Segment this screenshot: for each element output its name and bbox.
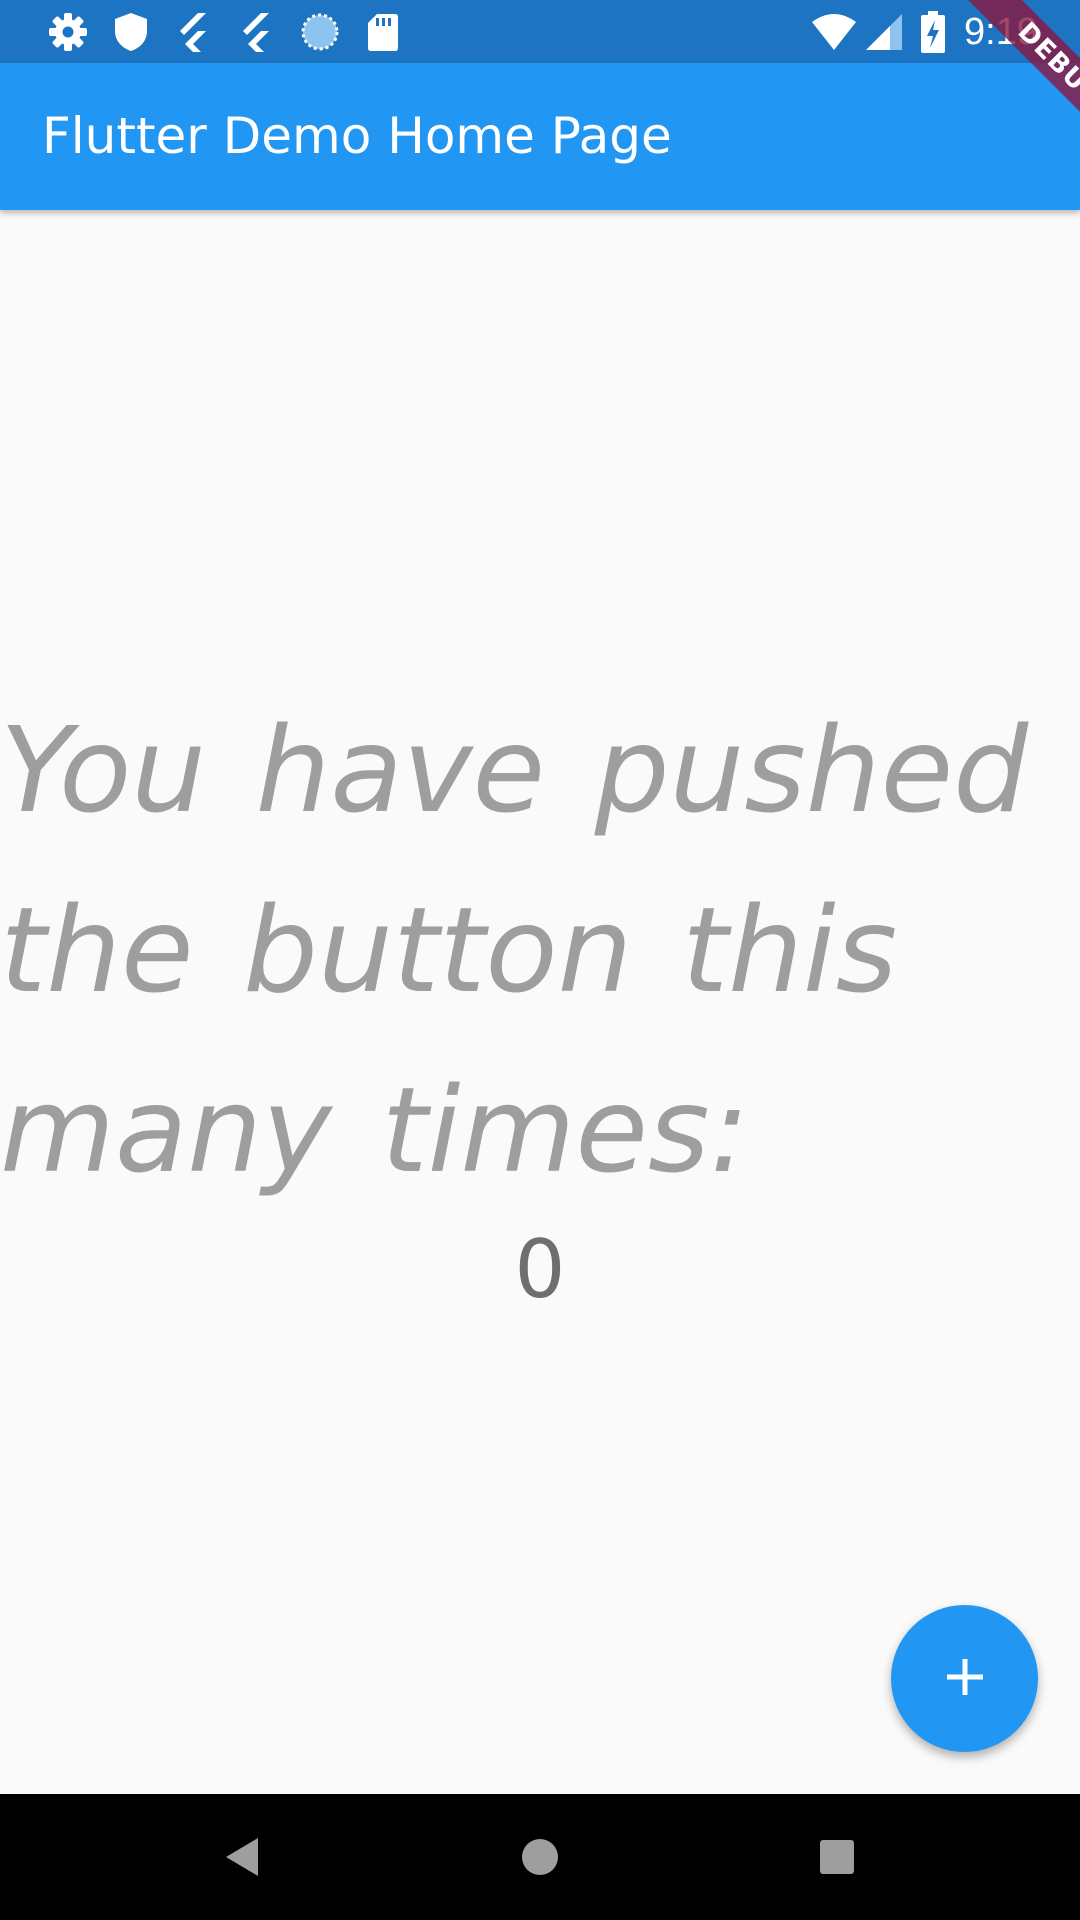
shield-icon bbox=[109, 10, 153, 54]
loading-icon bbox=[298, 10, 342, 54]
page-title: Flutter Demo Home Page bbox=[42, 107, 672, 165]
add-icon bbox=[943, 1655, 987, 1703]
flutter-icon bbox=[235, 10, 279, 54]
status-bar: 9:19 bbox=[0, 0, 1080, 63]
recents-icon[interactable] bbox=[812, 1832, 862, 1882]
navigation-bar bbox=[0, 1794, 1080, 1920]
counter-value: 0 bbox=[514, 1223, 566, 1316]
main-content: You have pushed the button this many tim… bbox=[0, 210, 1080, 1794]
flutter-icon bbox=[172, 10, 216, 54]
increment-button[interactable] bbox=[891, 1605, 1038, 1752]
settings-icon bbox=[46, 10, 90, 54]
app-bar: Flutter Demo Home Page bbox=[0, 63, 1080, 210]
back-icon[interactable] bbox=[218, 1832, 268, 1882]
sd-card-icon bbox=[361, 10, 405, 54]
counter-message: You have pushed the button this many tim… bbox=[0, 701, 1029, 1199]
cellular-signal-icon bbox=[862, 10, 906, 54]
status-time: 9:19 bbox=[964, 11, 1038, 53]
wifi-icon bbox=[810, 10, 858, 54]
home-icon[interactable] bbox=[515, 1832, 565, 1882]
battery-charging-icon bbox=[918, 10, 948, 54]
